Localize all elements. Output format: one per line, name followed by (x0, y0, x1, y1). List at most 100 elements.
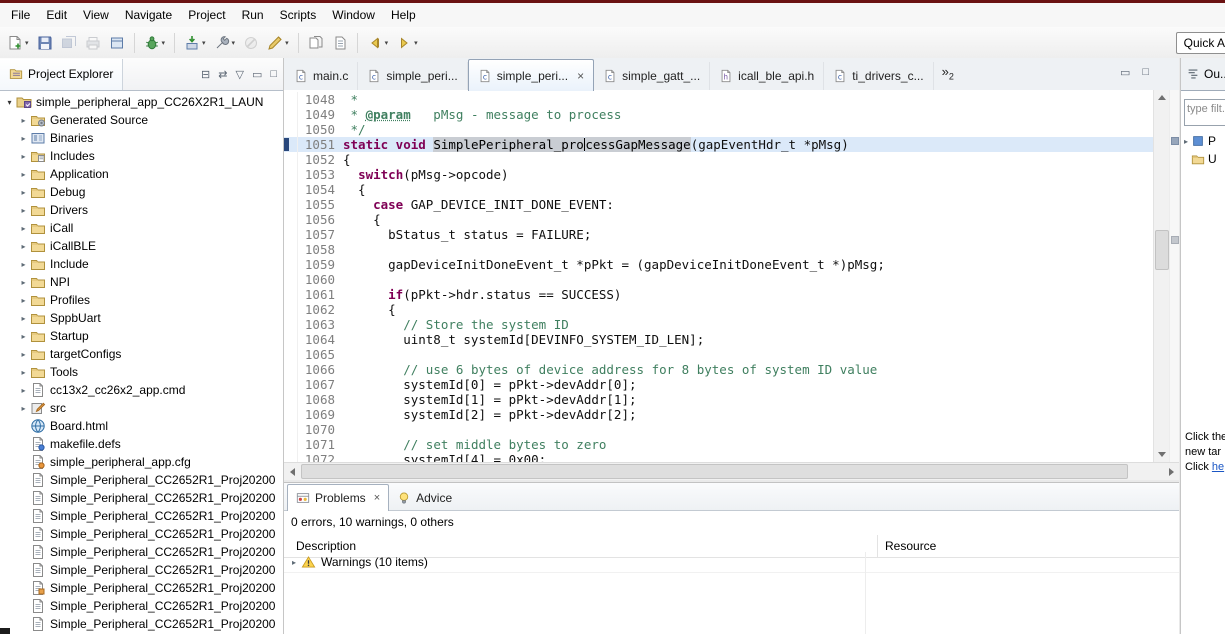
tree-item[interactable]: ▸Binaries (0, 129, 283, 147)
code-lines[interactable]: 1048 *1049 * @param pMsg - message to pr… (284, 90, 1154, 462)
code-line[interactable]: 1067 systemId[0] = pPkt->devAddr[0]; (284, 377, 1154, 392)
code-line[interactable]: 1064 uint8_t systemId[DEVINFO_SYSTEM_ID_… (284, 332, 1154, 347)
menu-view[interactable]: View (75, 4, 117, 26)
tree-item[interactable]: ▸Startup (0, 327, 283, 345)
tree-item[interactable]: ▸Includes (0, 147, 283, 165)
expander-icon[interactable]: ▸ (18, 116, 29, 125)
expander-icon[interactable]: ▸ (18, 170, 29, 179)
dropdown-arrow-icon[interactable]: ▾ (25, 39, 29, 47)
code-line[interactable]: 1066 // use 6 bytes of device address fo… (284, 362, 1154, 377)
tree-item[interactable]: Simple_Peripheral_CC2652R1_Proj20200 (0, 507, 283, 525)
outline-item[interactable]: U (1181, 150, 1225, 168)
new-wizard-icon[interactable]: ▾ (4, 29, 32, 57)
code-line[interactable]: 1051static void SimplePeripheral_process… (284, 137, 1154, 152)
code-line[interactable]: 1053 switch(pMsg->opcode) (284, 167, 1154, 182)
menu-run[interactable]: Run (234, 4, 272, 26)
code-line[interactable]: 1052{ (284, 152, 1154, 167)
editor-tab[interactable]: csimple_gatt_... (594, 62, 710, 90)
menu-help[interactable]: Help (383, 4, 424, 26)
tree-item[interactable]: makefile.defs (0, 435, 283, 453)
menu-edit[interactable]: Edit (38, 4, 75, 26)
tree-item[interactable]: ▸Tools (0, 363, 283, 381)
tree-item[interactable]: Simple_Peripheral_CC2652R1_Proj20200 (0, 543, 283, 561)
editor-horizontal-scrollbar[interactable] (284, 462, 1179, 480)
expander-icon[interactable]: ▸ (18, 242, 29, 251)
expander-icon[interactable]: ▸ (18, 278, 29, 287)
tab-problems[interactable]: Problems× (287, 484, 389, 511)
tree-item[interactable]: ▸iCall (0, 219, 283, 237)
dropdown-arrow-icon[interactable]: ▾ (285, 39, 289, 47)
horizontal-scroll-thumb[interactable] (301, 464, 1128, 479)
build-icon[interactable]: ▾ (211, 29, 239, 57)
expander-icon[interactable]: ▸ (287, 558, 301, 567)
tree-item[interactable]: ▸cc13x2_cc26x2_app.cmd (0, 381, 283, 399)
tree-item[interactable]: Simple_Peripheral_CC2652R1_Proj20200 (0, 471, 283, 489)
view-menu-icon[interactable]: ▽ (235, 68, 243, 81)
code-line[interactable]: 1072 systemId[4] = 0x00; (284, 452, 1154, 462)
editor-tab[interactable]: hicall_ble_api.h (710, 62, 824, 90)
project-explorer-tab[interactable]: Project Explorer (0, 59, 123, 90)
code-line[interactable]: 1059 gapDeviceInitDoneEvent_t *pPkt = (g… (284, 257, 1154, 272)
expander-icon[interactable]: ▸ (18, 206, 29, 215)
code-line[interactable]: 1049 * @param pMsg - message to process (284, 107, 1154, 122)
editor-tab[interactable]: csimple_peri...× (468, 59, 594, 91)
code-line[interactable]: 1054 { (284, 182, 1154, 197)
outline-item[interactable]: ▸P (1181, 132, 1225, 150)
flash-icon[interactable]: ▾ (181, 29, 209, 57)
tree-item[interactable]: Board.html (0, 417, 283, 435)
editor-tab[interactable]: cmain.c (285, 62, 358, 90)
overview-annotation-mark[interactable] (1171, 137, 1179, 145)
code-line[interactable]: 1062 { (284, 302, 1154, 317)
editor-tab[interactable]: csimple_peri... (358, 62, 467, 90)
tree-item[interactable]: Simple_Peripheral_CC2652R1_Proj20200 (0, 579, 283, 597)
expander-icon[interactable]: ▾ (4, 98, 15, 107)
maximize-icon[interactable]: □ (270, 68, 277, 80)
scroll-down-arrow-icon[interactable] (1154, 447, 1170, 462)
tree-item[interactable]: simple_peripheral_app.cfg (0, 453, 283, 471)
menu-project[interactable]: Project (180, 4, 233, 26)
tree-item[interactable]: ▸Drivers (0, 201, 283, 219)
expander-icon[interactable]: ▸ (18, 260, 29, 269)
filter-input[interactable]: type filt... (1184, 99, 1225, 126)
scroll-left-arrow-icon[interactable] (284, 463, 300, 480)
tree-item[interactable]: ▸Profiles (0, 291, 283, 309)
tree-item[interactable]: ▸Application (0, 165, 283, 183)
code-line[interactable]: 1071 // set middle bytes to zero (284, 437, 1154, 452)
code-line[interactable]: 1050 */ (284, 122, 1154, 137)
linked-file-icon[interactable] (329, 29, 351, 57)
vertical-scroll-thumb[interactable] (1155, 230, 1169, 270)
scroll-right-arrow-icon[interactable] (1163, 463, 1179, 480)
tree-item[interactable]: ▸Debug (0, 183, 283, 201)
code-line[interactable]: 1061 if(pPkt->hdr.status == SUCCESS) (284, 287, 1154, 302)
debug-icon[interactable]: ▾ (141, 29, 169, 57)
dropdown-arrow-icon[interactable]: ▾ (162, 39, 166, 47)
expander-icon[interactable]: ▸ (18, 188, 29, 197)
tree-item[interactable]: ▸Generated Source (0, 111, 283, 129)
code-line[interactable]: 1063 // Store the system ID (284, 317, 1154, 332)
tree-item[interactable]: ▸SppbUart (0, 309, 283, 327)
code-line[interactable]: 1070 (284, 422, 1154, 437)
tree-item[interactable]: ▸iCallBLE (0, 237, 283, 255)
tree-item[interactable]: ▾simple_peripheral_app_CC26X2R1_LAUN (0, 93, 283, 111)
tree-item[interactable]: Simple_Peripheral_CC2652R1_Proj20200 (0, 489, 283, 507)
close-tab-icon[interactable]: × (577, 70, 584, 82)
open-file-icon[interactable] (305, 29, 327, 57)
code-line[interactable]: 1060 (284, 272, 1154, 287)
expander-icon[interactable]: ▸ (1181, 137, 1191, 146)
minimize-icon[interactable]: ▭ (1120, 66, 1130, 79)
tree-item[interactable]: Simple_Peripheral_CC2652R1_Proj20200 (0, 561, 283, 579)
menu-file[interactable]: File (3, 4, 38, 26)
new-project-icon[interactable] (106, 29, 128, 57)
expander-icon[interactable]: ▸ (18, 152, 29, 161)
expander-icon[interactable]: ▸ (18, 350, 29, 359)
menu-scripts[interactable]: Scripts (272, 4, 325, 26)
tab-advice[interactable]: Advice (389, 486, 460, 510)
expander-icon[interactable]: ▸ (18, 296, 29, 305)
tab-overflow-indicator[interactable]: »2 (942, 64, 954, 82)
quick-access-box[interactable]: Quick A (1176, 32, 1225, 54)
code-line[interactable]: 1065 (284, 347, 1154, 362)
close-tab-icon[interactable]: × (374, 492, 380, 504)
tree-item[interactable]: ▸targetConfigs (0, 345, 283, 363)
tree-item[interactable]: ▸src (0, 399, 283, 417)
expander-icon[interactable]: ▸ (18, 368, 29, 377)
